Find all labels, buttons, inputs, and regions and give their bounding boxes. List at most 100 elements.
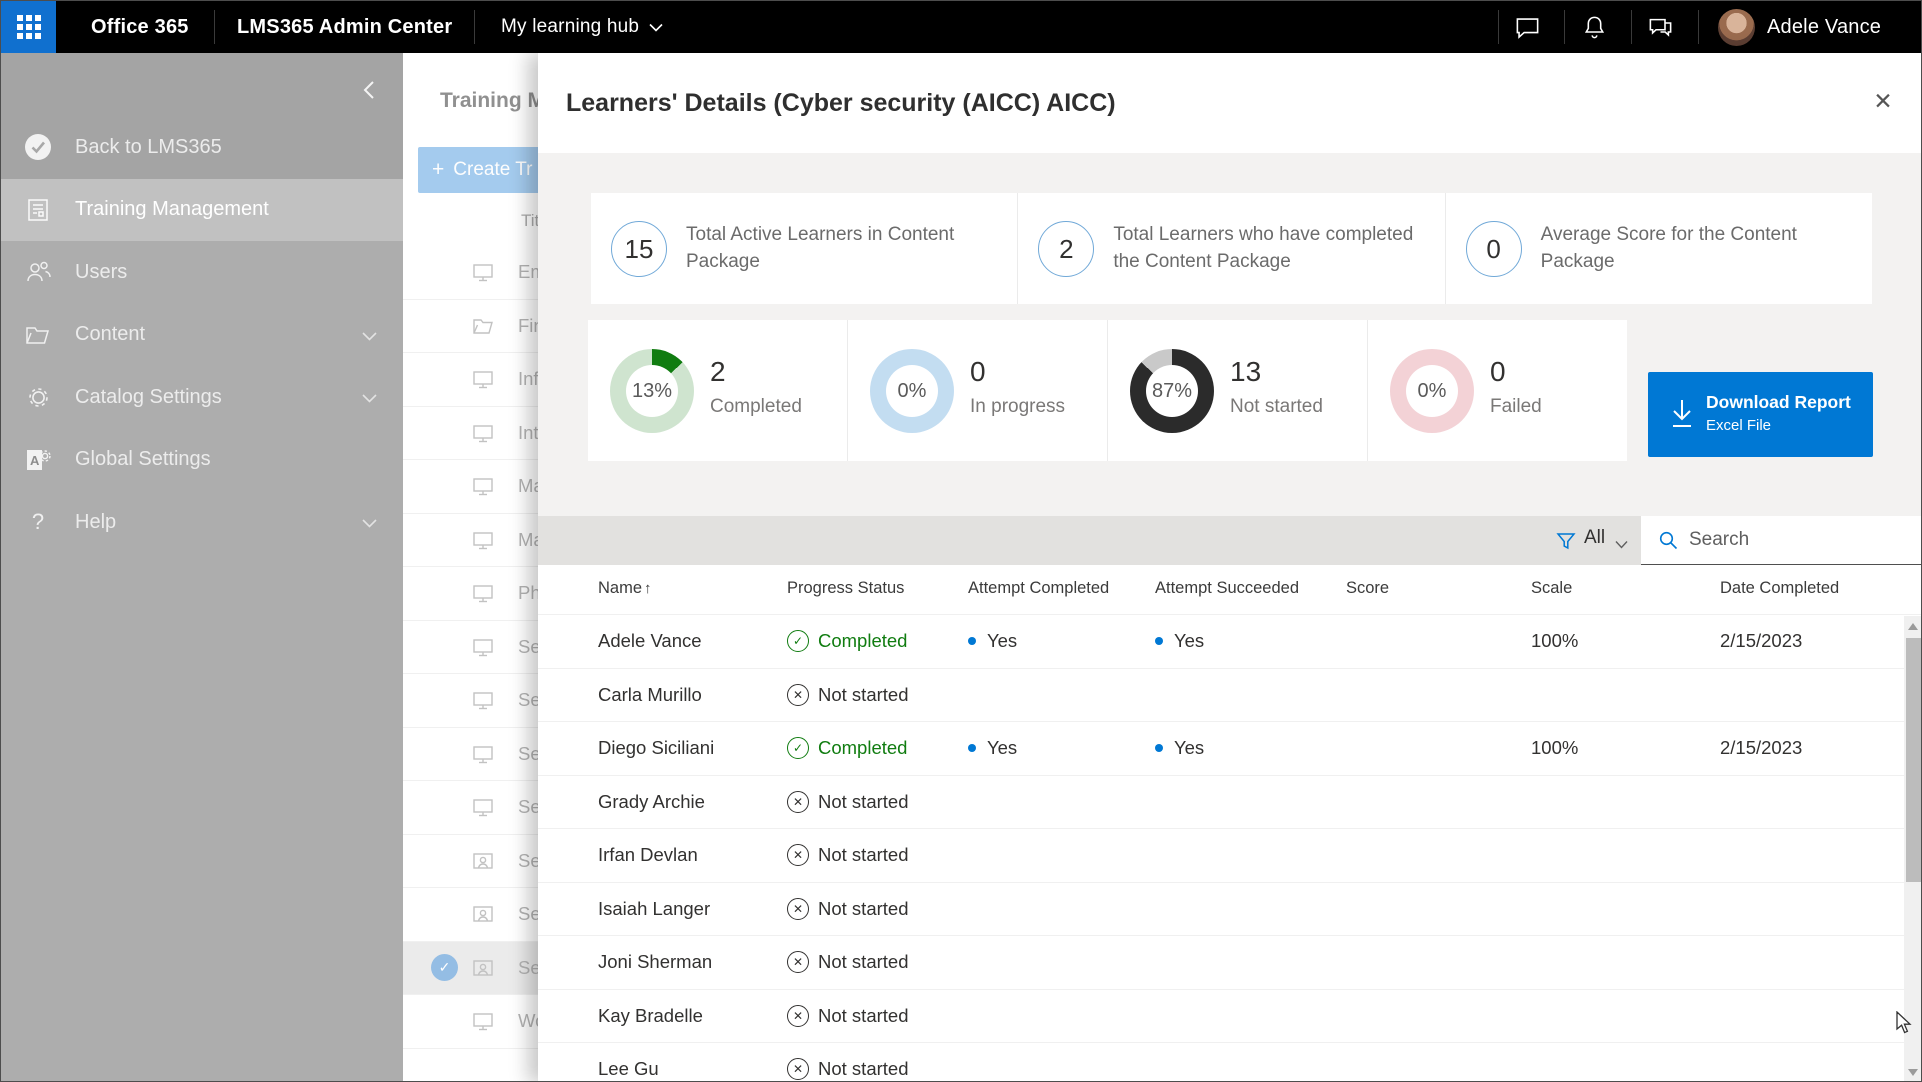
people-icon (23, 257, 53, 287)
close-icon[interactable]: ✕ (1865, 83, 1901, 119)
not-started-icon: ✕ (787, 951, 809, 973)
training-list-row[interactable]: ✓ Se (403, 728, 538, 782)
user-name[interactable]: Adele Vance (1767, 1, 1881, 53)
learner-row[interactable]: Diego Siciliani ✓ ✕ Completed Yes Yes (538, 721, 1922, 775)
donut-percentage: 0% (1418, 380, 1447, 403)
download-report-button[interactable]: Download Report Excel File (1648, 372, 1873, 457)
column-header-date-completed[interactable]: Date Completed (1720, 579, 1839, 598)
training-list: ✓ Em ✓ (403, 246, 538, 1049)
learner-row[interactable]: Adele Vance ✓ ✕ Completed Yes Yes (538, 614, 1922, 668)
column-header-name[interactable]: Name↑ (598, 579, 652, 598)
summary-card: 0 Average Score for the Content Package (1446, 193, 1872, 304)
training-list-row[interactable]: ✓ Se (403, 674, 538, 728)
learner-name: Lee Gu (598, 1058, 659, 1080)
learner-row[interactable]: Kay Bradelle ✓ ✕ Not started (538, 989, 1922, 1043)
scrollbar-thumb[interactable] (1906, 638, 1921, 882)
sidebar-item-content[interactable]: Content (1, 304, 403, 367)
training-list-row[interactable]: ✓ Wo (403, 995, 538, 1049)
sidebar-item-catalog-settings[interactable]: Catalog Settings (1, 366, 403, 429)
progress-status-label: Completed (818, 630, 907, 652)
progress-status-label: Not started (818, 1058, 909, 1080)
training-list-row[interactable]: ✓ Se (403, 835, 538, 889)
attempt-completed-value: Yes (987, 630, 1017, 652)
sidebar-item-back-to-lms365[interactable]: Back to LMS365 (1, 116, 403, 179)
learner-row[interactable]: Irfan Devlan ✓ ✕ Not started (538, 828, 1922, 882)
learner-row[interactable]: Lee Gu ✓ ✕ Not started (538, 1042, 1922, 1082)
training-list-row[interactable]: ✓ Se (403, 781, 538, 835)
filter-dropdown[interactable]: All (1584, 527, 1605, 549)
donut-percentage: 0% (898, 380, 927, 403)
bullet-dot-icon (1155, 744, 1163, 752)
column-header-score[interactable]: Score (1346, 579, 1389, 598)
learners-table-body: Adele Vance ✓ ✕ Completed Yes Yes (538, 614, 1922, 1082)
training-title-clipped: Se (518, 903, 538, 925)
progress-status-label: Not started (818, 951, 909, 973)
instructor-led-icon (471, 956, 495, 980)
column-header-attempt-completed[interactable]: Attempt Completed (968, 579, 1109, 598)
summary-value-badge: 0 (1466, 221, 1522, 277)
my-learning-hub-menu[interactable]: My learning hub (501, 1, 663, 53)
column-header-scale[interactable]: Scale (1531, 579, 1572, 598)
brand-admin-center[interactable]: LMS365 Admin Center (237, 1, 452, 53)
progress-status-cell: ✓ ✕ Not started (787, 951, 909, 973)
column-header-progress-status[interactable]: Progress Status (787, 579, 904, 598)
create-training-button[interactable]: + Create Tr (418, 147, 538, 193)
not-started-icon: ✕ (787, 1005, 809, 1027)
learner-row[interactable]: Grady Archie ✓ ✕ Not started (538, 775, 1922, 829)
user-avatar[interactable] (1718, 9, 1755, 46)
sidebar-item-global-settings[interactable]: A Global Settings (1, 429, 403, 492)
column-header-attempt-succeeded[interactable]: Attempt Succeeded (1155, 579, 1299, 598)
elearning-monitor-icon (471, 581, 495, 605)
attempt-succeeded-value: Yes (1174, 737, 1204, 759)
sidebar-item-label: Help (75, 511, 116, 534)
summary-cards: 15 Total Active Learners in Content Pack… (591, 193, 1872, 304)
learner-name: Carla Murillo (598, 684, 702, 706)
training-title-clipped: Int (518, 422, 538, 444)
app-launcher-button[interactable] (1, 1, 56, 53)
training-list-row[interactable]: ✓ Int (403, 407, 538, 461)
training-title-clipped: Ph (518, 582, 538, 604)
training-list-row[interactable]: ✓ Se (403, 888, 538, 942)
learner-row[interactable]: Carla Murillo ✓ ✕ Not started (538, 668, 1922, 722)
notifications-icon[interactable] (1581, 14, 1608, 41)
progress-status-label: Not started (818, 791, 909, 813)
bullet-dot-icon (1155, 637, 1163, 645)
training-list-row[interactable]: ✓ Fin (403, 300, 538, 354)
donut-card: 0% 0 In progress (848, 320, 1108, 461)
scroll-down-icon[interactable] (1908, 1069, 1918, 1076)
filter-funnel-icon[interactable] (1556, 531, 1576, 551)
learner-row[interactable]: Joni Sherman ✓ ✕ Not started (538, 935, 1922, 989)
training-list-row[interactable]: ✓ Ma (403, 460, 538, 514)
training-list-row[interactable]: ✓ Ph (403, 567, 538, 621)
training-list-row[interactable]: ✓ Se (403, 621, 538, 675)
training-management-page-background: Training M + Create Tr Titl ✓ (403, 53, 538, 1082)
not-started-icon: ✕ (787, 844, 809, 866)
training-title-clipped: Se (518, 636, 538, 658)
learner-name: Irfan Devlan (598, 844, 698, 866)
collapse-sidebar-icon[interactable] (357, 77, 383, 103)
learner-name: Isaiah Langer (598, 898, 710, 920)
search-input[interactable]: Search (1641, 516, 1922, 565)
sidebar-item-users[interactable]: Users (1, 241, 403, 304)
training-title-clipped: Em (518, 261, 538, 283)
vertical-scrollbar[interactable] (1904, 616, 1922, 1082)
sidebar-item-training-management[interactable]: Training Management (1, 179, 403, 242)
scroll-up-icon[interactable] (1908, 623, 1918, 630)
gear-icon (23, 382, 53, 412)
training-list-row[interactable]: ✓ Se (403, 942, 538, 996)
chat-icon[interactable] (1514, 14, 1541, 41)
donut-card: 0% 0 Failed (1368, 320, 1627, 461)
progress-status-cell: ✓ ✕ Not started (787, 791, 909, 813)
attempt-completed-value: Yes (987, 737, 1017, 759)
donut-card: 13% 2 Completed (588, 320, 848, 461)
training-list-row[interactable]: ✓ Inf (403, 353, 538, 407)
training-list-row[interactable]: ✓ Em (403, 246, 538, 300)
feedback-icon[interactable] (1647, 14, 1674, 41)
learner-row[interactable]: Isaiah Langer ✓ ✕ Not started (538, 882, 1922, 936)
training-title-clipped: Se (518, 850, 538, 872)
training-list-row[interactable]: ✓ Ma (403, 514, 538, 568)
brand-office365[interactable]: Office 365 (91, 1, 189, 53)
attempt-completed-cell: Yes (968, 737, 1017, 759)
training-title-clipped: Se (518, 743, 538, 765)
sidebar-item-help[interactable]: ? Help (1, 491, 403, 554)
